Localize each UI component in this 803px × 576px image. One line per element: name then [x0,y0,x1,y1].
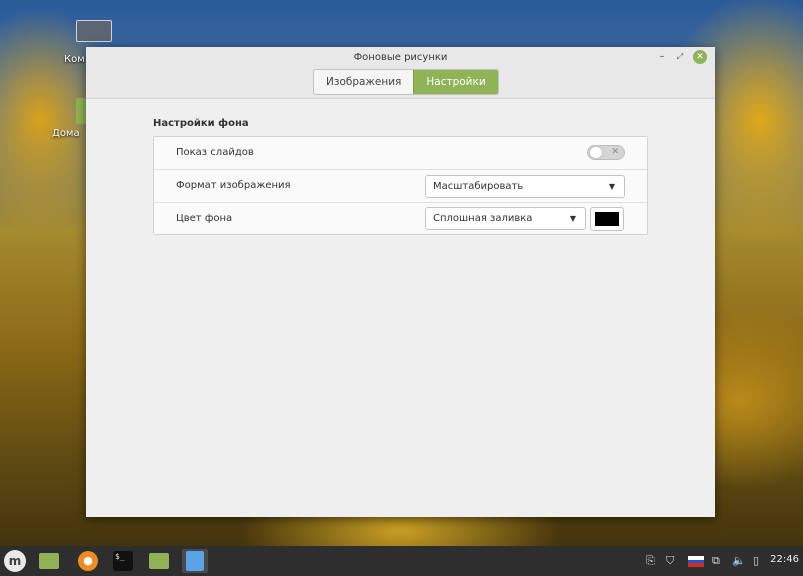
terminal-launcher[interactable]: $_ [110,549,136,573]
fill-type-dropdown[interactable]: Сплошная заливка ▼ [425,207,586,230]
settings-box: Показ слайдов ✕ Формат изображения Масшт… [153,136,648,235]
color-swatch [595,212,619,226]
close-icon[interactable]: ✕ [693,50,707,64]
image-format-dropdown[interactable]: Масштабировать ▼ [425,175,625,198]
mint-logo-icon: m [4,550,26,572]
section-title: Настройки фона [153,118,249,129]
window-title: Фоновые рисунки [353,52,448,63]
computer-desktop-icon[interactable] [76,20,112,42]
firefox-icon: ● [78,551,98,571]
maximize-icon[interactable]: ⤢ [673,50,687,64]
show-desktop-button[interactable] [36,549,62,573]
taskbar: m ● $_ ⎘ ⛉ ⧉ 🔈 ▯ 22:46 [0,546,803,576]
minimize-icon[interactable]: – [655,50,669,64]
slideshow-toggle[interactable]: ✕ [587,145,625,160]
home-desktop-label: Дома [52,128,80,139]
folder-icon [149,553,169,569]
toggle-off-icon: ✕ [611,147,619,157]
image-format-label: Формат изображения [176,180,291,191]
folder-icon [39,553,59,569]
tab-settings[interactable]: Настройки [413,70,498,94]
dropdown-arrow-icon: ▼ [608,182,615,191]
backgrounds-window: Фоновые рисунки – ⤢ ✕ Изображения Настро… [86,47,715,517]
bg-color-label: Цвет фона [176,213,233,224]
mint-menu-button[interactable]: m [2,549,28,573]
clock[interactable]: 22:46 [770,554,799,565]
color-picker-button[interactable] [590,207,624,231]
slideshow-label: Показ слайдов [176,147,254,158]
clipboard-icon[interactable]: ⎘ [646,554,655,568]
wallpaper-app-icon [186,551,204,571]
titlebar[interactable]: Фоновые рисунки – ⤢ ✕ Изображения Настро… [86,47,715,99]
toggle-knob [589,146,603,159]
fill-type-value: Сплошная заливка [433,213,533,224]
computer-desktop-label: Ком [64,54,85,65]
files-launcher[interactable] [146,549,172,573]
volume-icon[interactable]: 🔈 [732,554,746,567]
keyboard-layout-flag-icon[interactable] [688,556,704,567]
battery-icon[interactable]: ▯ [753,554,759,567]
image-format-row: Формат изображения Масштабировать ▼ [154,170,647,203]
bg-color-row: Цвет фона Сплошная заливка ▼ [154,203,647,236]
backgrounds-task-button[interactable] [182,549,208,573]
firefox-launcher[interactable]: ● [75,549,101,573]
slideshow-row: Показ слайдов ✕ [154,137,647,170]
tab-bar: Изображения Настройки [313,69,499,95]
network-icon[interactable]: ⧉ [712,554,720,568]
terminal-icon: $_ [113,551,133,571]
tab-images[interactable]: Изображения [314,70,414,94]
dropdown-arrow-icon: ▼ [569,214,576,223]
shield-icon[interactable]: ⛉ [666,554,674,568]
image-format-value: Масштабировать [433,181,524,192]
